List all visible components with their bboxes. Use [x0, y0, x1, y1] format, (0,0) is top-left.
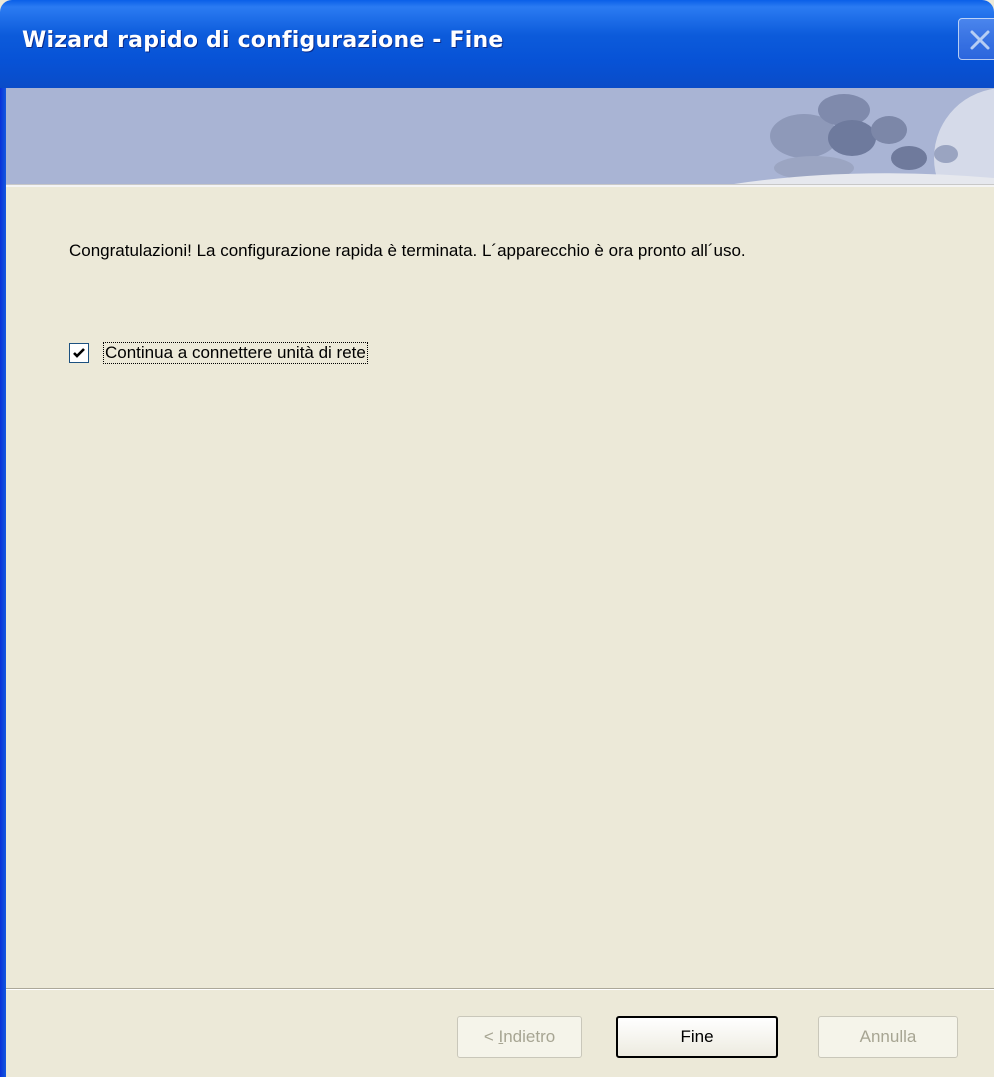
footer-separator [6, 988, 994, 990]
finish-button[interactable]: Fine [616, 1016, 778, 1058]
title-bar[interactable]: Wizard rapido di configurazione - Fine [0, 0, 994, 88]
close-button[interactable] [958, 18, 994, 60]
connect-network-drive-label[interactable]: Continua a connettere unità di rete [103, 342, 368, 364]
completion-message: Congratulazioni! La configurazione rapid… [69, 241, 746, 260]
close-icon [970, 30, 990, 50]
checkmark-icon [73, 348, 85, 358]
cancel-button[interactable]: Annulla [818, 1016, 958, 1058]
wizard-header-banner [6, 88, 994, 184]
connect-network-drive-checkbox[interactable] [69, 343, 89, 363]
window-frame-left [0, 88, 6, 1077]
wizard-window: Wizard rapido di configurazione - Fine C… [0, 0, 994, 1077]
back-button-rest: ndietro [503, 1027, 556, 1046]
bubbles-decoration [734, 88, 994, 184]
back-button-prefix: < [483, 1027, 499, 1046]
header-separator [6, 184, 994, 187]
back-button[interactable]: < Indietro [457, 1016, 582, 1058]
window-title: Wizard rapido di configurazione - Fine [22, 28, 504, 53]
connect-network-drive-option[interactable]: Continua a connettere unità di rete [69, 340, 368, 366]
